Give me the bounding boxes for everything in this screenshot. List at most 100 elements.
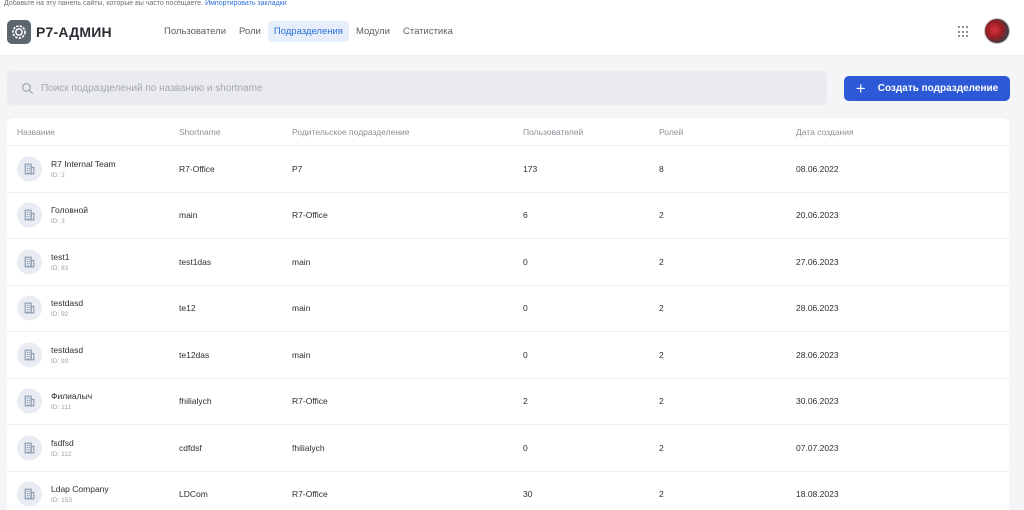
department-id: ID: 83 <box>51 264 69 272</box>
nav-statistics[interactable]: Статистика <box>397 21 459 42</box>
roles-count-cell: 2 <box>659 489 664 500</box>
roles-count-cell: 2 <box>659 256 664 267</box>
department-id: ID: 111 <box>51 404 71 412</box>
building-icon <box>17 249 42 275</box>
created-date-cell: 08.06.2022 <box>796 163 839 174</box>
shortname-cell: fhilialych <box>179 396 212 407</box>
roles-count-cell: 2 <box>659 210 664 221</box>
table-row[interactable]: fsdfsd ID: 112 cdfdsf fhilialych 0 2 07.07.202… <box>7 424 1009 471</box>
app-name: Р7-АДМИН <box>36 24 112 40</box>
created-date-cell: 07.07.2023 <box>796 442 839 453</box>
parent-department-cell: main <box>292 303 311 314</box>
apps-grid-icon[interactable] <box>958 26 970 38</box>
column-header-users[interactable]: Пользователей <box>523 127 583 137</box>
department-name[interactable]: Филиалыч <box>51 391 92 401</box>
department-name[interactable]: test1 <box>51 252 69 262</box>
roles-count-cell: 2 <box>659 303 664 314</box>
table-row[interactable]: Ldap Company ID: 153 LDCom R7-Office 30 2 18.0… <box>7 470 1009 510</box>
department-name[interactable]: testdasd <box>51 298 83 308</box>
department-id: ID: 112 <box>51 450 72 458</box>
department-id: ID: 92 <box>51 311 69 319</box>
building-icon <box>17 295 42 321</box>
table-row[interactable]: Головной ID: 3 main R7-Office 6 2 20.06.2023 <box>7 191 1009 239</box>
building-icon <box>17 388 42 414</box>
parent-department-cell: R7-Office <box>292 210 328 221</box>
shortname-cell: LDCom <box>179 489 208 500</box>
department-name[interactable]: testdasd <box>51 345 83 355</box>
created-date-cell: 30.06.2023 <box>796 396 839 407</box>
department-name-cell: testdasd ID: 92 <box>51 298 83 318</box>
parent-department-cell: fhilialych <box>292 442 325 453</box>
nav-users[interactable]: Пользователи <box>158 21 232 42</box>
shortname-cell: main <box>179 210 198 221</box>
shortname-cell: te12das <box>179 349 210 360</box>
users-count-cell: 0 <box>523 303 528 314</box>
department-name[interactable]: Головной <box>51 205 88 215</box>
bookmarks-bar: Добавьте на эту панель сайты, которые вы… <box>0 0 1024 8</box>
roles-count-cell: 8 <box>659 163 664 174</box>
users-count-cell: 0 <box>523 256 528 267</box>
department-name-cell: Ldap Company ID: 153 <box>51 484 109 504</box>
column-header-created[interactable]: Дата создания <box>796 127 854 137</box>
nav-roles[interactable]: Роли <box>233 21 267 42</box>
roles-count-cell: 2 <box>659 442 664 453</box>
shortname-cell: R7-Office <box>179 163 215 174</box>
create-department-label: Создать подразделение <box>877 83 999 94</box>
users-count-cell: 0 <box>523 442 528 453</box>
shortname-cell: test1das <box>179 256 212 267</box>
department-name-cell: test1 ID: 83 <box>51 252 69 272</box>
table-row[interactable]: test1 ID: 83 test1das main 0 2 27.06.2023 <box>7 238 1009 285</box>
import-bookmarks-link[interactable]: Импортировать закладки <box>205 0 287 7</box>
building-icon <box>17 481 42 507</box>
column-header-parent[interactable]: Родительское подразделение <box>292 127 410 137</box>
created-date-cell: 20.06.2023 <box>796 210 839 221</box>
nav-modules[interactable]: Модули <box>350 21 396 42</box>
parent-department-cell: R7-Office <box>292 396 328 407</box>
department-name[interactable]: fsdfsd <box>51 438 74 448</box>
table-header: Название Shortname Родительское подразде… <box>7 118 1009 145</box>
users-count-cell: 2 <box>523 396 528 407</box>
search-input[interactable] <box>41 82 741 94</box>
created-date-cell: 28.06.2023 <box>796 303 839 314</box>
column-header-shortname[interactable]: Shortname <box>179 127 221 137</box>
created-date-cell: 27.06.2023 <box>796 256 839 267</box>
table-row[interactable]: testdasd ID: 92 te12 main 0 2 28.06.2023 <box>7 284 1009 332</box>
created-date-cell: 28.06.2023 <box>796 349 839 360</box>
top-navigation-bar: Р7-АДМИН Пользователи Роли Подразделения… <box>0 8 1024 56</box>
gear-icon <box>7 20 31 44</box>
column-header-name[interactable]: Название <box>17 127 55 137</box>
nav-departments[interactable]: Подразделения <box>267 21 349 42</box>
search-bar <box>7 71 827 105</box>
department-name-cell: fsdfsd ID: 112 <box>51 438 74 458</box>
department-id: ID: 2 <box>51 171 65 179</box>
building-icon <box>17 202 42 228</box>
main-nav: Пользователи Роли Подразделения Модули С… <box>158 21 460 42</box>
plus-icon: + <box>855 79 866 98</box>
roles-count-cell: 2 <box>659 349 664 360</box>
departments-table: Название Shortname Родительское подразде… <box>7 118 1009 510</box>
building-icon <box>17 156 42 182</box>
search-icon <box>22 82 33 94</box>
users-count-cell: 0 <box>523 349 528 360</box>
column-header-roles[interactable]: Ролей <box>659 127 683 137</box>
department-id: ID: 153 <box>51 497 72 505</box>
department-name[interactable]: R7 Internal Team <box>51 159 116 169</box>
users-count-cell: 6 <box>523 210 528 221</box>
table-row[interactable]: Филиалыч ID: 111 fhilialych R7-Office 2 2 30.0… <box>7 377 1009 425</box>
parent-department-cell: R7-Office <box>292 489 328 500</box>
table-row[interactable]: R7 Internal Team ID: 2 R7-Office P7 173 8 08.0… <box>7 145 1009 192</box>
department-name-cell: Головной ID: 3 <box>51 205 88 225</box>
parent-department-cell: main <box>292 349 311 360</box>
user-avatar[interactable] <box>984 18 1010 44</box>
parent-department-cell: P7 <box>292 163 303 174</box>
shortname-cell: te12 <box>179 303 196 314</box>
app-logo[interactable]: Р7-АДМИН <box>7 20 112 44</box>
department-name[interactable]: Ldap Company <box>51 484 109 494</box>
building-icon <box>17 342 42 368</box>
bookmarks-bar-text: Добавьте на эту панель сайты, которые вы… <box>4 0 204 7</box>
department-id: ID: 93 <box>51 357 69 365</box>
shortname-cell: cdfdsf <box>179 442 202 453</box>
department-name-cell: Филиалыч ID: 111 <box>51 391 92 411</box>
table-row[interactable]: testdasd ID: 93 te12das main 0 2 28.06.2023 <box>7 331 1009 378</box>
create-department-button[interactable]: + Создать подразделение <box>844 76 1010 101</box>
